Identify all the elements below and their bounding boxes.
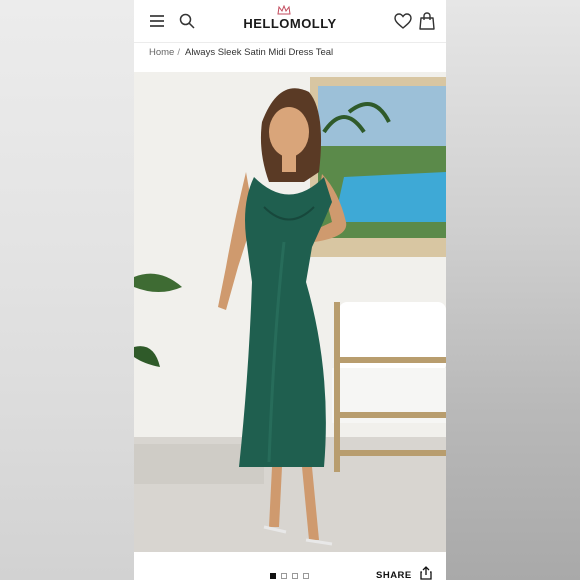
gallery-dot-3[interactable] — [292, 573, 298, 579]
gallery-dot-1[interactable] — [270, 573, 276, 579]
gallery-dot-2[interactable] — [281, 573, 287, 579]
logo-text: HELLOMOLLY — [243, 16, 337, 31]
product-image[interactable] — [134, 72, 446, 552]
top-navigation-bar: HELLOMOLLY — [134, 0, 446, 43]
breadcrumb-home-link[interactable]: Home — [149, 47, 174, 58]
backdrop-left — [0, 0, 134, 580]
crown-icon — [277, 5, 291, 15]
heart-icon[interactable] — [394, 13, 412, 29]
breadcrumb: Home / Always Sleek Satin Midi Dress Teal — [149, 47, 333, 61]
share-button[interactable]: SHARE — [376, 570, 412, 580]
phone-screen: HELLOMOLLY Home / Always Sleek Satin Midi … — [134, 0, 446, 580]
shopping-bag-icon[interactable] — [419, 12, 435, 30]
breadcrumb-separator: / — [177, 47, 180, 58]
breadcrumb-current: Always Sleek Satin Midi Dress Teal — [184, 47, 334, 58]
gallery-pagination — [270, 573, 309, 579]
gallery-dot-4[interactable] — [303, 573, 309, 579]
share-icon[interactable] — [420, 566, 432, 580]
backdrop-right — [446, 0, 580, 580]
